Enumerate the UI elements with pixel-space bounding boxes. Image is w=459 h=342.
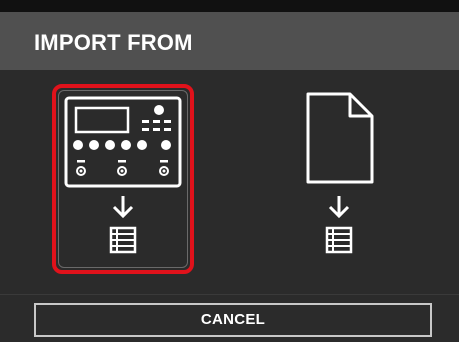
import-from-file-option[interactable] xyxy=(268,84,410,274)
dialog-footer: CANCEL xyxy=(0,294,459,342)
import-dialog: IMPORT FROM CANCEL xyxy=(0,0,459,342)
dialog-title: IMPORT FROM xyxy=(34,30,193,55)
hardware-device-icon xyxy=(64,96,182,254)
dialog-header: IMPORT FROM xyxy=(0,12,459,70)
file-icon xyxy=(306,92,374,254)
top-strip xyxy=(0,0,459,12)
cancel-button[interactable]: CANCEL xyxy=(34,303,432,337)
import-from-device-option[interactable] xyxy=(52,84,194,274)
